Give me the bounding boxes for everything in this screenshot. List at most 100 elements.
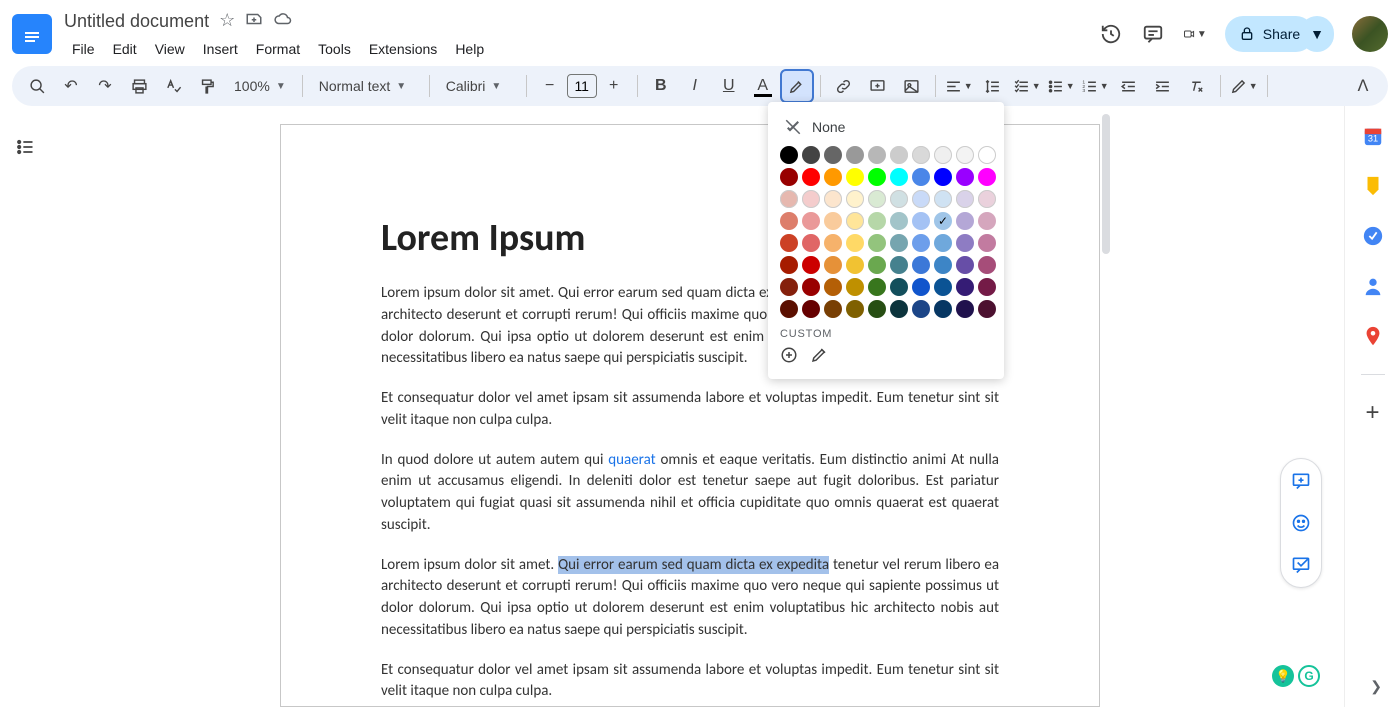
- color-swatch[interactable]: [934, 234, 952, 252]
- highlight-none-option[interactable]: None: [780, 112, 992, 146]
- color-swatch[interactable]: [934, 300, 952, 318]
- decrease-indent-button[interactable]: [1114, 71, 1144, 101]
- color-swatch[interactable]: [890, 146, 908, 164]
- menu-extensions[interactable]: Extensions: [361, 37, 445, 61]
- color-swatch[interactable]: [846, 212, 864, 230]
- expand-side-panel-icon[interactable]: ❯: [1370, 678, 1382, 695]
- color-swatch[interactable]: [802, 234, 820, 252]
- color-swatch[interactable]: [846, 146, 864, 164]
- color-swatch[interactable]: [780, 234, 798, 252]
- document-outline-button[interactable]: [10, 132, 40, 162]
- color-swatch[interactable]: [890, 234, 908, 252]
- color-swatch[interactable]: [934, 190, 952, 208]
- search-menus-icon[interactable]: [22, 71, 52, 101]
- bulleted-list-button[interactable]: ▼: [1046, 71, 1076, 101]
- color-swatch[interactable]: [802, 146, 820, 164]
- color-swatch[interactable]: [824, 300, 842, 318]
- align-button[interactable]: ▼: [944, 71, 974, 101]
- color-swatch[interactable]: [780, 300, 798, 318]
- color-swatch[interactable]: [912, 212, 930, 230]
- scrollbar[interactable]: [1100, 106, 1114, 707]
- suggest-edits-icon[interactable]: [1287, 551, 1315, 579]
- color-swatch[interactable]: [934, 146, 952, 164]
- move-icon[interactable]: [245, 10, 263, 33]
- maps-icon[interactable]: [1361, 324, 1385, 348]
- fontsize-input[interactable]: [567, 74, 597, 98]
- color-swatch[interactable]: [824, 256, 842, 274]
- contacts-icon[interactable]: [1361, 274, 1385, 298]
- bold-button[interactable]: B: [646, 71, 676, 101]
- color-swatch[interactable]: [780, 168, 798, 186]
- collapse-toolbar-button[interactable]: ᐱ: [1348, 71, 1378, 101]
- color-swatch[interactable]: [890, 256, 908, 274]
- decrease-fontsize-button[interactable]: −: [535, 71, 565, 101]
- redo-icon[interactable]: ↷: [90, 71, 120, 101]
- color-swatch[interactable]: [890, 168, 908, 186]
- get-addons-icon[interactable]: +: [1361, 401, 1385, 425]
- history-icon[interactable]: [1099, 22, 1123, 46]
- undo-icon[interactable]: ↶: [56, 71, 86, 101]
- color-swatch[interactable]: [912, 190, 930, 208]
- color-swatch[interactable]: [824, 146, 842, 164]
- menu-edit[interactable]: Edit: [105, 37, 145, 61]
- color-swatch[interactable]: [868, 168, 886, 186]
- color-swatch[interactable]: [780, 146, 798, 164]
- highlight-color-button[interactable]: [782, 71, 812, 101]
- spellcheck-icon[interactable]: [158, 71, 188, 101]
- zoom-select[interactable]: 100%▼: [226, 78, 294, 94]
- color-swatch[interactable]: [780, 212, 798, 230]
- color-swatch[interactable]: [802, 256, 820, 274]
- keep-icon[interactable]: [1361, 174, 1385, 198]
- color-swatch[interactable]: [824, 234, 842, 252]
- color-swatch[interactable]: [912, 234, 930, 252]
- add-comment-button[interactable]: [863, 71, 893, 101]
- color-swatch[interactable]: [956, 212, 974, 230]
- menu-tools[interactable]: Tools: [310, 37, 359, 61]
- increase-fontsize-button[interactable]: +: [599, 71, 629, 101]
- color-swatch[interactable]: [978, 212, 996, 230]
- star-icon[interactable]: ☆: [219, 10, 235, 33]
- color-swatch[interactable]: [846, 190, 864, 208]
- add-custom-color-button[interactable]: [780, 346, 798, 367]
- link[interactable]: quaerat: [608, 451, 655, 469]
- color-swatch[interactable]: [912, 278, 930, 296]
- checklist-button[interactable]: ▼: [1012, 71, 1042, 101]
- text-color-button[interactable]: A: [748, 71, 778, 101]
- calendar-icon[interactable]: 31: [1361, 124, 1385, 148]
- color-swatch[interactable]: [956, 300, 974, 318]
- color-swatch[interactable]: [846, 300, 864, 318]
- color-swatch[interactable]: [890, 278, 908, 296]
- clear-formatting-button[interactable]: [1182, 71, 1212, 101]
- color-swatch[interactable]: [802, 212, 820, 230]
- color-swatch[interactable]: [934, 168, 952, 186]
- color-swatch[interactable]: [978, 278, 996, 296]
- menu-help[interactable]: Help: [447, 37, 492, 61]
- color-swatch[interactable]: [780, 190, 798, 208]
- numbered-list-button[interactable]: 123▼: [1080, 71, 1110, 101]
- color-swatch[interactable]: [912, 300, 930, 318]
- add-comment-icon[interactable]: [1287, 467, 1315, 495]
- color-swatch[interactable]: [824, 278, 842, 296]
- editing-mode-button[interactable]: ▼: [1229, 71, 1259, 101]
- grammarly-hint-icon[interactable]: 💡: [1272, 665, 1294, 687]
- color-swatch[interactable]: [956, 278, 974, 296]
- color-swatch[interactable]: [868, 256, 886, 274]
- color-swatch[interactable]: [934, 278, 952, 296]
- color-swatch[interactable]: [934, 212, 952, 230]
- paragraph-style-select[interactable]: Normal text▼: [311, 78, 421, 94]
- color-swatch[interactable]: [868, 212, 886, 230]
- color-swatch[interactable]: [846, 168, 864, 186]
- line-spacing-button[interactable]: [978, 71, 1008, 101]
- paint-format-icon[interactable]: [192, 71, 222, 101]
- color-swatch[interactable]: [824, 168, 842, 186]
- color-swatch[interactable]: [890, 212, 908, 230]
- color-swatch[interactable]: [846, 256, 864, 274]
- color-swatch[interactable]: [868, 146, 886, 164]
- color-swatch[interactable]: [868, 190, 886, 208]
- docs-logo[interactable]: [12, 14, 52, 54]
- color-swatch[interactable]: [956, 234, 974, 252]
- meet-icon[interactable]: ▼: [1183, 22, 1207, 46]
- color-swatch[interactable]: [824, 212, 842, 230]
- color-swatch[interactable]: [934, 256, 952, 274]
- eyedropper-button[interactable]: [810, 346, 828, 367]
